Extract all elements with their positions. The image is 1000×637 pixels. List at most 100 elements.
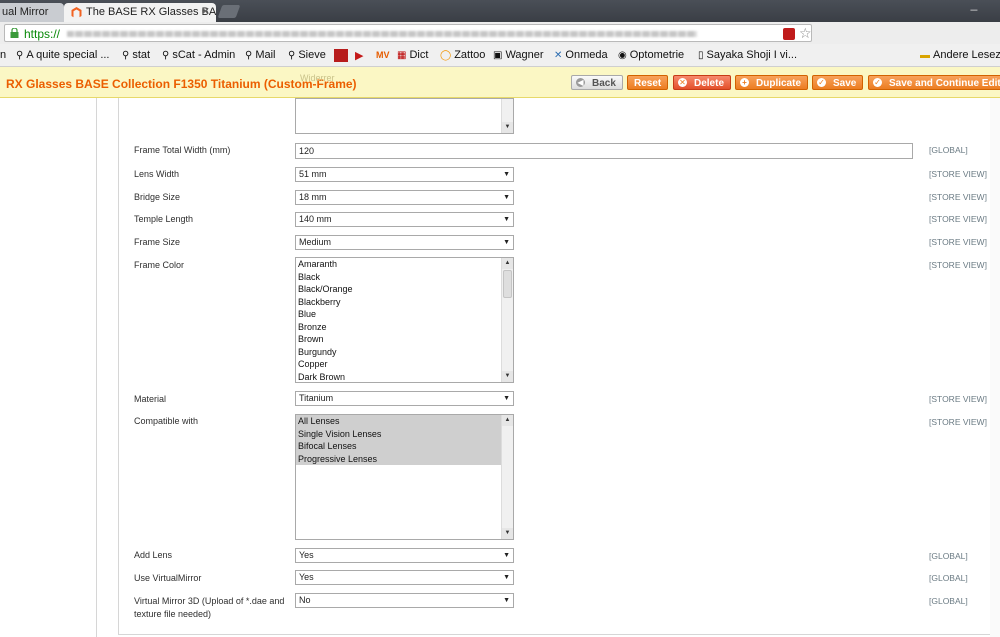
bookmark-item[interactable]: ◯ Zattoo	[440, 49, 485, 61]
minimize-window-icon[interactable]: _	[966, 0, 982, 10]
scroll-up-icon[interactable]: ▲	[502, 258, 513, 269]
scroll-down-icon[interactable]: ▼	[502, 122, 513, 133]
bookmark-item[interactable]: ▯ Sayaka Shoji I vi...	[698, 49, 797, 61]
bookmark-item[interactable]: ⚲ A quite special ...	[16, 49, 110, 61]
compatible-with-option[interactable]: All Lenses	[296, 415, 501, 428]
dropdown-arrow-icon: ▼	[503, 597, 510, 604]
save-continue-button[interactable]: ✓ Save and Continue Edit	[868, 75, 1000, 90]
bookmark-item[interactable]: ⚲ sCat - Admin	[162, 49, 235, 61]
dropdown-arrow-icon: ▼	[503, 395, 510, 402]
scope-label: [STORE VIEW]	[929, 417, 987, 427]
compatible-with-option[interactable]: Progressive Lenses	[296, 452, 501, 465]
glasses-icon: ⚲	[245, 50, 253, 61]
attributes-fieldset	[118, 98, 1000, 635]
address-bar[interactable]: https:// ☆	[4, 24, 812, 42]
bookmark-mv-icon[interactable]: MV	[376, 50, 390, 60]
use-virtualmirror-select[interactable]: Yes ▼	[295, 570, 514, 585]
tab-label: The BASE RX Glasses BASE	[86, 6, 216, 18]
delete-button[interactable]: ✕ Delete	[673, 75, 732, 90]
frame-color-scrollbar[interactable]: ▲ ▼	[501, 258, 513, 382]
dropdown-arrow-icon: ▼	[503, 552, 510, 559]
compatible-with-scrollbar[interactable]: ▲ ▼	[501, 415, 513, 539]
lens-width-label: Lens Width	[134, 169, 180, 179]
frame-total-width-input[interactable]: 120	[295, 143, 913, 159]
compatible-with-option[interactable]: Bifocal Lenses	[296, 440, 501, 453]
frame-color-option[interactable]: Blackberry	[296, 296, 513, 309]
frame-color-label: Frame Color	[134, 260, 185, 270]
dropdown-arrow-icon: ▼	[503, 574, 510, 581]
frame-color-option[interactable]: Black/Orange	[296, 283, 513, 296]
zattoo-icon: ◯	[440, 50, 452, 61]
onmeda-icon: ✕	[554, 50, 563, 61]
bookmark-item[interactable]: ▣ Wagner	[493, 49, 544, 61]
scope-label: [GLOBAL]	[929, 551, 968, 561]
glasses-icon: ⚲	[162, 50, 170, 61]
scroll-down-icon[interactable]: ▼	[502, 528, 513, 539]
compatible-with-multiselect[interactable]: All Lenses Single Vision Lenses Bifocal …	[295, 414, 514, 540]
virtual-mirror-3d-select[interactable]: No ▼	[295, 593, 514, 608]
material-label: Material	[134, 394, 167, 404]
browser-toolbar: https:// ☆ ➘ ✱ ⎙ ⚙ ▶ ◡ ⌂ ≡	[0, 22, 1000, 62]
frame-color-option[interactable]: Copper	[296, 358, 513, 371]
material-select[interactable]: Titanium ▼	[295, 391, 514, 406]
frame-color-option[interactable]: Brown	[296, 333, 513, 346]
save-button[interactable]: ✓ Save	[812, 75, 864, 90]
scope-label: [STORE VIEW]	[929, 260, 987, 270]
textarea-scrollbar[interactable]: ▼	[501, 99, 513, 133]
frame-color-option[interactable]: Dark Brown	[296, 371, 513, 383]
bookmark-item[interactable]: ⚲ stat	[122, 49, 150, 61]
add-lens-select[interactable]: Yes ▼	[295, 548, 514, 563]
bridge-size-select[interactable]: 18 mm ▼	[295, 190, 514, 205]
page-scrollbar[interactable]	[990, 98, 1000, 637]
dropdown-arrow-icon: ▼	[503, 216, 510, 223]
bookmark-item[interactable]: ✕ Onmeda	[554, 49, 608, 61]
bookmark-folder[interactable]: ▬ Andere Leseze	[920, 49, 1000, 61]
dict-icon: ▦	[397, 50, 407, 61]
browser-tab-virtual-mirror[interactable]: ual Mirror	[0, 3, 64, 22]
bookmark-item[interactable]: n	[0, 49, 6, 61]
duplicate-button[interactable]: + Duplicate	[735, 75, 809, 90]
lens-width-select[interactable]: 51 mm ▼	[295, 167, 514, 182]
frame-color-multiselect[interactable]: Amaranth Black Black/Orange Blackberry B…	[295, 257, 514, 383]
bookmark-item[interactable]: ⚲ Sieve	[288, 49, 326, 61]
back-button[interactable]: ◀ Back	[571, 75, 623, 90]
use-virtualmirror-label: Use VirtualMirror	[134, 573, 202, 583]
page-icon: ▯	[698, 50, 704, 61]
compatible-with-option[interactable]: Single Vision Lenses	[296, 427, 501, 440]
back-arrow-icon: ◀	[576, 78, 585, 87]
scope-label: [GLOBAL]	[929, 573, 968, 583]
temple-length-select[interactable]: 140 mm ▼	[295, 212, 514, 227]
dropdown-arrow-icon: ▼	[503, 171, 510, 178]
frame-size-select[interactable]: Medium ▼	[295, 235, 514, 250]
frame-color-option[interactable]: Black	[296, 271, 513, 284]
folder-icon: ▬	[920, 50, 930, 61]
scroll-down-icon[interactable]: ▼	[502, 371, 513, 382]
frame-color-option[interactable]: Burgundy	[296, 346, 513, 359]
bookmark-item[interactable]: ◉ Optometrie	[618, 49, 684, 61]
bookmark-item[interactable]: ⚲ Mail	[245, 49, 276, 61]
scope-label: [STORE VIEW]	[929, 214, 987, 224]
url-scheme: https://	[24, 27, 61, 41]
description-textarea[interactable]: ▼	[295, 98, 514, 134]
magento-favicon-icon	[71, 7, 82, 18]
new-tab-button[interactable]	[217, 5, 241, 18]
pdf-extension-icon[interactable]	[783, 28, 795, 40]
scope-label: [GLOBAL]	[929, 145, 968, 155]
faded-text: Widerrer	[300, 73, 335, 83]
frame-color-option[interactable]: Amaranth	[296, 258, 513, 271]
reset-button[interactable]: Reset	[627, 75, 669, 90]
frame-color-option[interactable]: Bronze	[296, 321, 513, 334]
dropdown-arrow-icon: ▼	[503, 239, 510, 246]
bookmark-item[interactable]: ▦ Dict	[397, 49, 428, 61]
scroll-thumb[interactable]	[503, 270, 512, 298]
frame-color-option[interactable]: Blue	[296, 308, 513, 321]
bookmark-youtube-icon[interactable]: ▶	[355, 49, 363, 62]
close-tab-icon[interactable]: ✕	[201, 3, 210, 22]
check-icon: ✓	[817, 78, 826, 87]
bookmark-star-icon[interactable]: ☆	[799, 25, 812, 42]
browser-tab-active[interactable]: The BASE RX Glasses BASE ✕	[64, 3, 216, 22]
add-lens-label: Add Lens	[134, 550, 173, 560]
bookmark-red-square-icon[interactable]	[334, 49, 348, 62]
scope-label: [GLOBAL]	[929, 596, 968, 606]
scroll-up-icon[interactable]: ▲	[502, 415, 513, 426]
